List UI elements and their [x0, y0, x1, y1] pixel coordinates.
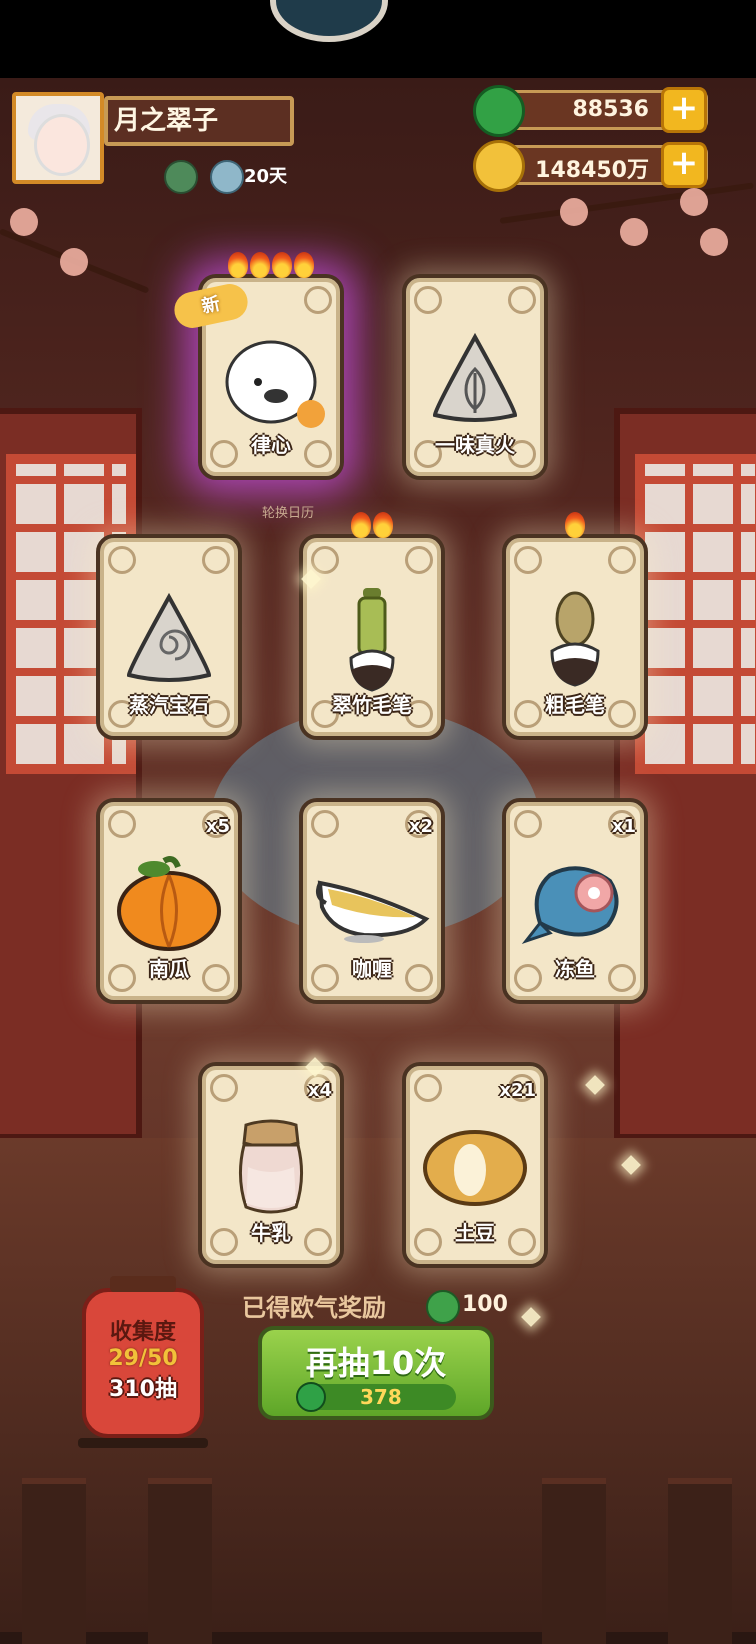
- avatar-face: [34, 114, 90, 176]
- reward-card-9[interactable]: x4 牛乳: [198, 1062, 344, 1268]
- collection-progress: 29/50: [108, 1346, 178, 1371]
- reward-card-10[interactable]: x21 土豆: [402, 1062, 548, 1268]
- jade-coin-icon: [296, 1382, 326, 1412]
- luck-reward-value: 100: [462, 1292, 508, 1317]
- gold-currency: 148450万 +: [473, 140, 708, 192]
- rarity-flames: [202, 252, 340, 284]
- reward-card-8[interactable]: x1 冻鱼: [502, 798, 648, 1004]
- bowl-badge-icon[interactable]: [210, 160, 244, 194]
- draw-again-label: 再抽10次: [305, 1344, 447, 1382]
- white-bird-icon: [216, 324, 326, 438]
- player-name: 月之翠子: [104, 96, 294, 146]
- card-label: 翠竹毛笔: [332, 693, 412, 717]
- milk-jar-icon: [226, 1117, 316, 1221]
- collection-title: 收集度: [109, 1320, 176, 1345]
- jade-coin-icon: [473, 85, 525, 137]
- draw-cost-value: 378: [360, 1385, 402, 1409]
- collection-draws: 310抽: [109, 1377, 177, 1402]
- days-counter: 20天: [244, 166, 288, 187]
- pumpkin-icon: [114, 853, 224, 957]
- jade-coin-icon: [426, 1290, 460, 1324]
- blossom: [560, 198, 588, 226]
- frozen-fish-icon: [520, 853, 630, 957]
- item-count: x1: [611, 816, 636, 837]
- blossom: [60, 248, 88, 276]
- reward-card-6[interactable]: x5 南瓜: [96, 798, 242, 1004]
- gold-amount: 148450万: [535, 158, 649, 183]
- fence-post: [668, 1478, 732, 1644]
- card-label: 土豆: [455, 1221, 495, 1245]
- lattice-window: [635, 454, 756, 774]
- blossom: [700, 228, 728, 256]
- jade-amount: 88536: [572, 97, 649, 122]
- card-label: 一味真火: [435, 433, 515, 457]
- collection-lantern[interactable]: 收集度 29/50 310抽: [78, 1276, 208, 1448]
- fence-post: [542, 1478, 606, 1644]
- leaf-stone-icon: [425, 329, 525, 433]
- card-label: 冻鱼: [555, 957, 595, 981]
- item-count: x2: [408, 816, 433, 837]
- top-status-strip: [0, 0, 756, 78]
- card-label: 律心: [251, 433, 291, 457]
- reward-card-1[interactable]: 新 律心: [171, 252, 344, 480]
- curry-boat-icon: [312, 863, 432, 947]
- reward-card-2[interactable]: 一味真火: [402, 274, 548, 480]
- rarity-flames: [303, 512, 441, 544]
- draw-cost: 378: [296, 1382, 456, 1412]
- player-avatar[interactable]: [12, 92, 104, 184]
- left-door-panel: [0, 408, 142, 1140]
- blossom-branch: [499, 182, 754, 224]
- blossom: [10, 208, 38, 236]
- fence-post: [22, 1478, 86, 1644]
- item-count: x4: [307, 1080, 332, 1101]
- gold-coin-icon: [473, 140, 525, 192]
- swirl-stone-icon: [119, 589, 219, 693]
- card-label: 牛乳: [251, 1221, 291, 1245]
- card-label: 蒸汽宝石: [129, 693, 209, 717]
- add-jade-button[interactable]: +: [661, 87, 707, 133]
- potato-icon: [420, 1122, 530, 1216]
- coarse-brush-icon: [540, 589, 610, 693]
- reward-card-5[interactable]: 粗毛笔: [502, 512, 648, 740]
- jade-currency: 88536 +: [473, 85, 708, 137]
- item-count: x21: [499, 1080, 536, 1101]
- item-count: x5: [205, 816, 230, 837]
- bamboo-brush-icon: [337, 584, 407, 698]
- lantern-cap: [110, 1276, 176, 1292]
- blossom: [620, 218, 648, 246]
- blossom: [680, 188, 708, 216]
- reward-card-7[interactable]: x2 咖喱: [299, 798, 445, 1004]
- card-label: 咖喱: [352, 957, 392, 981]
- add-gold-button[interactable]: +: [661, 142, 707, 188]
- character-peek: [270, 0, 388, 42]
- card-label: 南瓜: [149, 957, 189, 981]
- reward-card-3[interactable]: 蒸汽宝石: [96, 534, 242, 740]
- draw-again-button[interactable]: 再抽10次 378: [258, 1326, 494, 1420]
- luck-reward-label: 已得欧气奖励: [242, 1294, 386, 1322]
- card-label: 粗毛笔: [545, 693, 605, 717]
- chef-badge-icon[interactable]: [164, 160, 198, 194]
- lantern-stand: [78, 1438, 208, 1448]
- fence-post: [148, 1478, 212, 1644]
- rarity-flames: [506, 512, 644, 544]
- reward-card-4[interactable]: 翠竹毛笔: [299, 512, 445, 740]
